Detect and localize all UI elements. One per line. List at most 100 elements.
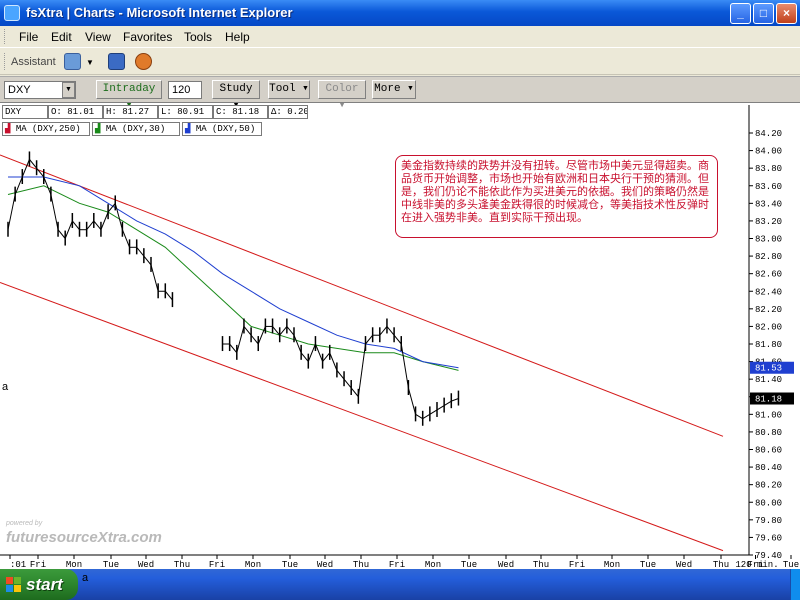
price-segment xyxy=(300,352,309,362)
y-tick-label: 84.20 xyxy=(755,129,782,139)
annotation-box: 美金指数持续的跌势并没有扭转。尽管市场中美元显得超卖。商品货币开始调整，市场也开… xyxy=(395,155,718,238)
y-tick-label: 81.40 xyxy=(755,375,782,385)
price-segment xyxy=(365,334,374,345)
start-label: start xyxy=(26,575,63,594)
price-segment xyxy=(407,387,417,415)
maximize-button[interactable]: □ xyxy=(753,3,774,24)
price-segment xyxy=(86,220,95,231)
dropdown-arrow-icon[interactable]: ▼ xyxy=(86,58,94,67)
y-tick-label: 81.00 xyxy=(755,410,782,420)
last-price-label: 81.53 xyxy=(755,364,782,374)
price-segment xyxy=(336,370,345,380)
price-segment xyxy=(7,194,16,230)
assistant-label: Assistant xyxy=(11,56,56,68)
price-segment xyxy=(64,220,73,239)
price-segment xyxy=(429,409,438,415)
ma-30-line xyxy=(7,185,459,371)
menu-tools[interactable]: Tools xyxy=(184,30,212,44)
y-tick-label: 82.00 xyxy=(755,322,782,332)
channel-lower-line xyxy=(0,281,724,552)
menu-edit[interactable]: Edit xyxy=(51,30,72,44)
price-segment xyxy=(107,203,116,213)
system-tray xyxy=(790,569,800,600)
taskbar: start a xyxy=(0,569,800,600)
y-tick-label: 83.00 xyxy=(755,235,782,245)
price-segment xyxy=(136,246,145,257)
price-segment xyxy=(307,343,316,362)
price-segment xyxy=(114,203,123,230)
watermark-brand: futuresourceXtra.com xyxy=(6,529,162,546)
price-segment xyxy=(386,326,395,336)
price-segment xyxy=(379,326,388,336)
price-segment xyxy=(21,159,30,178)
price-segment xyxy=(229,343,238,354)
left-marker: a xyxy=(2,381,9,393)
price-segment xyxy=(164,290,173,301)
price-segment xyxy=(443,400,452,406)
close-button[interactable]: × xyxy=(776,3,797,24)
ie-icon xyxy=(4,5,20,21)
price-segment xyxy=(415,413,423,420)
y-tick-label: 79.80 xyxy=(755,516,782,526)
price-segment xyxy=(93,220,102,231)
y-tick-label: 82.20 xyxy=(755,305,782,315)
window-title: fsXtra | Charts - Microsoft Internet Exp… xyxy=(26,5,293,20)
assistant-button[interactable] xyxy=(64,53,81,70)
price-segment xyxy=(250,334,259,345)
y-tick-label: 81.80 xyxy=(755,340,782,350)
price-segment xyxy=(400,343,409,389)
y-tick-label: 82.60 xyxy=(755,270,782,280)
y-tick-label: 80.40 xyxy=(755,463,782,473)
y-tick-label: 80.20 xyxy=(755,481,782,491)
title-bar: fsXtra | Charts - Microsoft Internet Exp… xyxy=(0,0,800,26)
price-segment xyxy=(100,211,109,230)
toolbar-grip xyxy=(4,53,7,70)
windows-flag-icon xyxy=(6,577,21,592)
price-segment xyxy=(121,229,131,248)
menu-view[interactable]: View xyxy=(85,30,111,44)
price-segment xyxy=(150,264,159,292)
price-segment xyxy=(329,352,338,371)
price-segment xyxy=(143,255,152,266)
price-segment xyxy=(343,378,352,389)
price-segment xyxy=(243,326,252,336)
price-segment xyxy=(236,326,245,353)
minimize-button[interactable]: _ xyxy=(730,3,751,24)
y-tick-label: 82.80 xyxy=(755,252,782,262)
y-tick-label: 83.60 xyxy=(755,182,782,192)
price-segment xyxy=(293,335,302,353)
watermark-small: powered by xyxy=(6,520,43,527)
menu-file[interactable]: File xyxy=(19,30,38,44)
y-tick-label: 83.80 xyxy=(755,164,782,174)
menu-bar: File Edit View Favorites Tools Help xyxy=(0,26,800,70)
y-tick-label: 80.60 xyxy=(755,446,782,456)
y-tick-label: 82.40 xyxy=(755,287,782,297)
mail-icon[interactable] xyxy=(108,53,125,70)
toolbar-grip xyxy=(4,29,7,44)
taskbar-text: a xyxy=(82,572,89,584)
page-content: DXY ▼ Intraday ▾ 120 Study ▾ Tool ▾ Colo… xyxy=(0,76,800,570)
ma-50-line xyxy=(8,176,459,369)
price-segment xyxy=(314,343,324,362)
watermark: powered by futuresourceXtra.com xyxy=(6,520,162,546)
price-segment xyxy=(57,229,66,239)
price-segment xyxy=(322,352,331,362)
price-segment xyxy=(436,405,445,411)
y-tick-label: 80.00 xyxy=(755,498,782,508)
price-segment xyxy=(451,398,459,402)
menu-favorites[interactable]: Favorites xyxy=(123,30,172,44)
last-price-label: 81.18 xyxy=(755,395,782,405)
menu-help[interactable]: Help xyxy=(225,30,250,44)
price-segment xyxy=(50,194,59,230)
media-icon[interactable] xyxy=(135,53,152,70)
start-button[interactable]: start xyxy=(0,569,78,600)
price-segment xyxy=(393,334,402,345)
y-tick-label: 80.80 xyxy=(755,428,782,438)
price-segment xyxy=(286,326,295,336)
price-segment xyxy=(422,413,431,420)
y-tick-label: 79.60 xyxy=(755,533,782,543)
price-segment xyxy=(71,220,80,231)
assistant-toolbar: Assistant ▼ xyxy=(0,48,800,75)
price-chart[interactable]: 84.20 84.00 83.80 83.60 83.40 83.20 83.00 82.80… xyxy=(0,77,800,570)
price-segment xyxy=(350,387,359,398)
